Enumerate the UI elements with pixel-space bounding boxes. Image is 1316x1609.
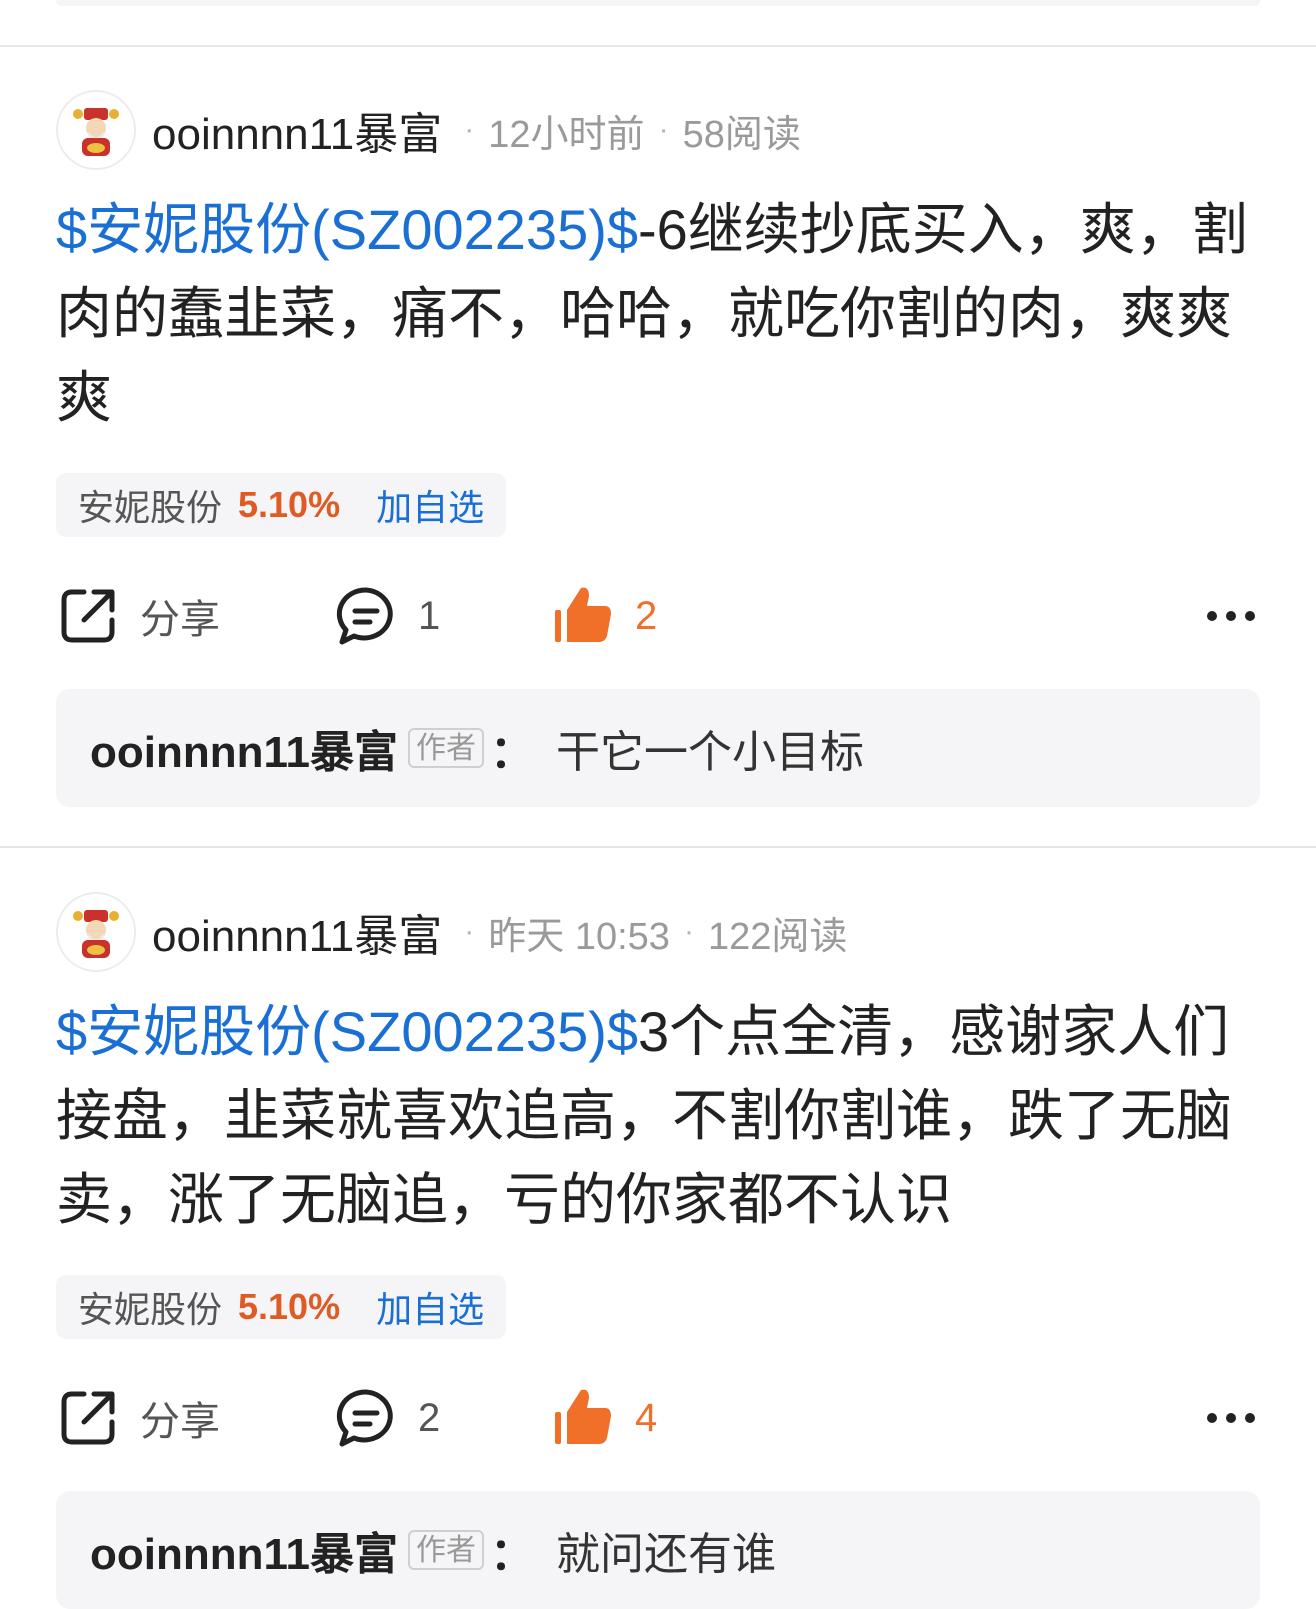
thumbs-up-icon — [555, 587, 611, 642]
comment-button[interactable]: 1 — [334, 576, 440, 656]
stock-tag[interactable]: 安妮股份 5.10% 加自选 — [56, 1275, 507, 1339]
avatar-caishen-icon — [66, 100, 126, 160]
stock-tag-change: 5.10% — [238, 484, 341, 525]
like-count: 4 — [635, 1395, 658, 1440]
stock-mention-link[interactable]: $安妮股份(SZ002235)$ — [56, 1000, 638, 1063]
stock-tag[interactable]: 安妮股份 5.10% 加自选 — [56, 473, 507, 537]
like-button[interactable]: 4 — [551, 1378, 657, 1458]
previous-comment-box-edge — [56, 0, 1260, 6]
stock-tag-name: 安妮股份 — [78, 1289, 223, 1330]
post-content[interactable]: $安妮股份(SZ002235)$-6继续抄底买入，爽，割肉的蠢韭菜，痛不，哈哈，… — [56, 188, 1256, 440]
post-time: 昨天 10:53 — [488, 915, 670, 958]
read-count: 58阅读 — [682, 113, 801, 156]
top-comment[interactable]: ooinnnn11暴富 作者 ： 干它一个小目标 — [56, 689, 1260, 807]
post-divider — [0, 45, 1316, 47]
post-actions: 分享 2 4 — [56, 1378, 1256, 1458]
share-label: 分享 — [140, 598, 220, 642]
post-time: 12小时前 — [488, 113, 645, 156]
author-badge: 作者 — [408, 1530, 484, 1570]
more-icon — [1207, 1413, 1255, 1423]
comment-text: 就问还有谁 — [556, 1530, 776, 1579]
post-actions: 分享 1 2 — [56, 576, 1256, 656]
comment-author[interactable]: ooinnnn11暴富 — [90, 716, 398, 780]
post-content[interactable]: $安妮股份(SZ002235)$3个点全清，感谢家人们接盘，韭菜就喜欢追高，不割… — [56, 990, 1256, 1242]
post-header: ooinnnn11暴富 · 昨天 10:53 · 122阅读 — [56, 890, 847, 974]
thumbs-up-icon — [555, 1389, 611, 1444]
author-name[interactable]: ooinnnn11暴富 — [152, 900, 442, 964]
add-watchlist-button[interactable]: 加自选 — [376, 479, 484, 531]
share-button[interactable]: 分享 — [56, 1378, 220, 1458]
more-button[interactable] — [1206, 1378, 1256, 1458]
comment-icon — [336, 1389, 393, 1447]
comment-author[interactable]: ooinnnn11暴富 — [90, 1518, 398, 1582]
share-label: 分享 — [140, 1400, 220, 1444]
stock-tag-change: 5.10% — [238, 1286, 341, 1327]
meta-separator: · — [464, 915, 475, 948]
author-name[interactable]: ooinnnn11暴富 — [152, 98, 442, 162]
comment-colon: ： — [490, 728, 534, 777]
avatar[interactable] — [56, 90, 136, 170]
more-icon — [1207, 611, 1255, 621]
share-button[interactable]: 分享 — [56, 576, 220, 656]
comment-text: 干它一个小目标 — [556, 728, 864, 777]
comment-colon: ： — [490, 1530, 534, 1579]
stock-mention-link[interactable]: $安妮股份(SZ002235)$ — [56, 198, 638, 261]
read-count: 122阅读 — [707, 915, 848, 958]
meta-separator: · — [658, 113, 669, 146]
more-button[interactable] — [1206, 576, 1256, 656]
comment-count: 1 — [418, 593, 441, 638]
author-badge: 作者 — [408, 728, 484, 768]
add-watchlist-button[interactable]: 加自选 — [376, 1281, 484, 1333]
like-button[interactable]: 2 — [551, 576, 657, 656]
comment-count: 2 — [418, 1395, 441, 1440]
share-icon — [61, 1391, 115, 1445]
post-divider — [0, 846, 1316, 848]
comment-icon — [336, 587, 393, 645]
avatar[interactable] — [56, 892, 136, 972]
meta-separator: · — [464, 113, 475, 146]
avatar-caishen-icon — [66, 902, 126, 962]
like-count: 2 — [635, 593, 658, 638]
comment-button[interactable]: 2 — [334, 1378, 440, 1458]
meta-separator: · — [683, 915, 694, 948]
top-comment[interactable]: ooinnnn11暴富 作者 ： 就问还有谁 — [56, 1491, 1260, 1609]
share-icon — [61, 589, 115, 643]
stock-tag-name: 安妮股份 — [78, 487, 223, 528]
post-header: ooinnnn11暴富 · 12小时前 · 58阅读 — [56, 88, 801, 172]
post-meta: · 12小时前 · 58阅读 — [450, 103, 801, 158]
post-meta: · 昨天 10:53 · 122阅读 — [450, 905, 847, 960]
